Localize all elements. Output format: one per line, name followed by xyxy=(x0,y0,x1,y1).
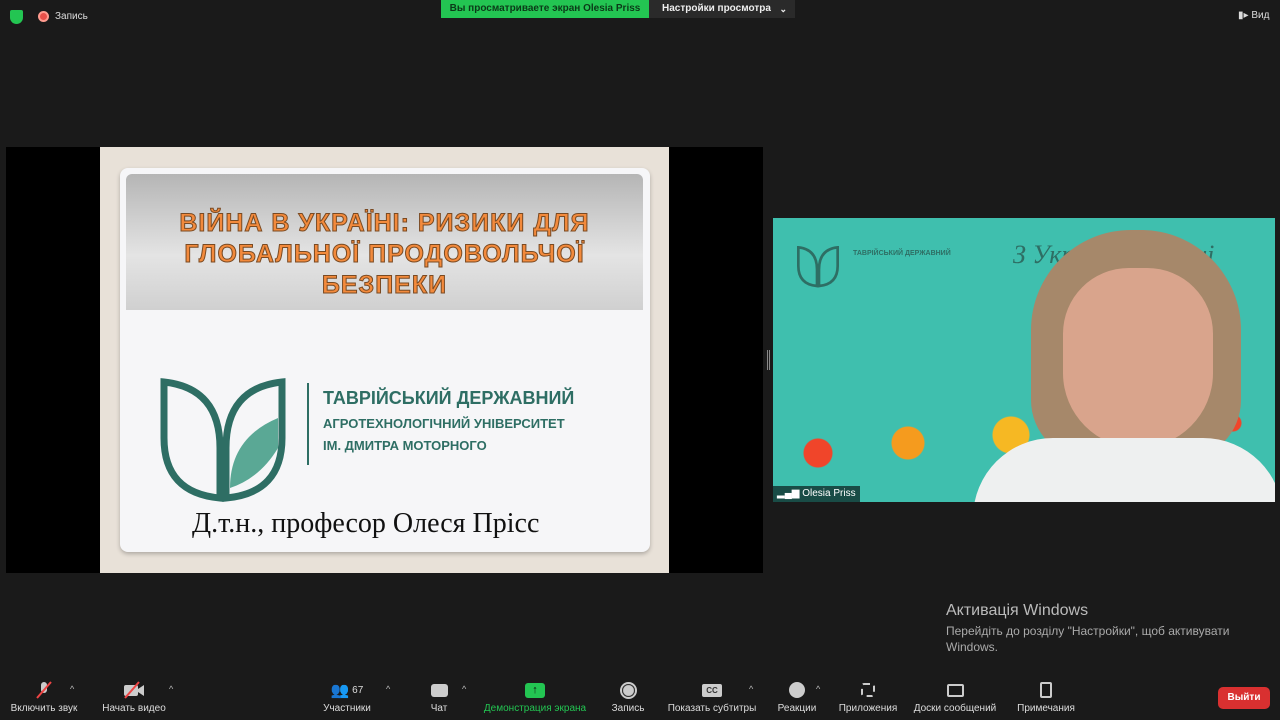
share-screen-label: Демонстрация экрана xyxy=(483,703,587,714)
chat-button[interactable]: Чат xyxy=(422,680,456,714)
audio-options-caret[interactable]: ^ xyxy=(70,684,74,694)
windows-activation-watermark: Активація Windows Перейдіть до розділу "… xyxy=(946,602,1246,655)
university-logo-icon xyxy=(160,378,286,502)
notes-button[interactable]: Примечания xyxy=(1012,680,1080,714)
camera-off-icon xyxy=(98,680,170,700)
reaction-smiley-icon xyxy=(774,680,820,700)
record-label: Запись xyxy=(611,703,645,714)
view-settings-dropdown[interactable]: Настройки просмотра ⌄ xyxy=(649,0,795,18)
screen-share-banner: Вы просматриваете экран Olesia Priss xyxy=(441,0,649,18)
cc-icon: CC xyxy=(702,683,722,697)
chat-icon xyxy=(422,680,456,700)
title-line: БЕЗПЕКИ xyxy=(321,271,448,300)
recording-icon xyxy=(38,11,49,22)
share-screen-button[interactable]: ↑ Демонстрация экрана xyxy=(480,680,590,714)
reactions-button[interactable]: Реакции xyxy=(774,680,820,714)
participants-count: 67 xyxy=(352,684,364,696)
watermark-title: Активація Windows xyxy=(946,602,1089,619)
captions-options-caret[interactable]: ^ xyxy=(749,684,753,694)
chat-options-caret[interactable]: ^ xyxy=(462,684,466,694)
apps-label: Приложения xyxy=(838,703,898,714)
whiteboards-button[interactable]: Доски сообщений xyxy=(908,680,1002,714)
participant-sweater xyxy=(973,438,1275,502)
video-bg-text: ТАВРІЙСЬКИЙ ДЕРЖАВНИЙ xyxy=(853,250,951,257)
title-line: ГЛОБАЛЬНОЇ ПРОДОВОЛЬЧОЇ xyxy=(184,240,585,269)
whiteboard-icon xyxy=(908,680,1002,700)
participants-options-caret[interactable]: ^ xyxy=(386,684,390,694)
logo-divider xyxy=(307,383,309,465)
share-screen-icon: ↑ xyxy=(480,680,590,700)
record-button[interactable]: Запись xyxy=(606,680,650,714)
leave-button[interactable]: Выйти xyxy=(1218,687,1270,709)
view-button[interactable]: ▮▸ Вид xyxy=(1238,10,1269,21)
resize-handle[interactable] xyxy=(767,350,770,370)
video-bg-logo-icon xyxy=(797,246,839,288)
start-video-button[interactable]: Начать видео xyxy=(98,680,170,714)
chevron-down-icon: ⌄ xyxy=(779,4,787,14)
apps-button[interactable]: Приложения xyxy=(836,680,900,714)
participant-face xyxy=(1063,268,1213,448)
participant-name-tag: ▂▄▆ Olesia Priss xyxy=(773,486,860,502)
title-line: ВІЙНА В УКРАЇНІ: РИЗИКИ ДЛЯ xyxy=(179,209,590,238)
participant-name: Olesia Priss xyxy=(802,488,856,499)
recording-label: Запись xyxy=(55,11,88,22)
captions-button[interactable]: CC Показать субтитры xyxy=(664,680,760,714)
view-settings-label: Настройки просмотра xyxy=(662,3,771,14)
watermark-text: Перейдіть до розділу "Настройки", щоб ак… xyxy=(946,624,1230,654)
captions-label: Показать субтитры xyxy=(667,703,757,714)
slide-title: ВІЙНА В УКРАЇНІ: РИЗИКИ ДЛЯ ГЛОБАЛЬНОЇ П… xyxy=(126,208,643,301)
university-name-line3: ІМ. ДМИТРА МОТОРНОГО xyxy=(323,438,487,453)
participants-icon: 👥 xyxy=(330,682,350,699)
university-name-line2: АГРОТЕХНОЛОГІЧНИЙ УНІВЕРСИТЕТ xyxy=(323,416,565,431)
reactions-label: Реакции xyxy=(777,703,817,714)
apps-icon xyxy=(836,680,900,700)
notes-icon xyxy=(1012,680,1080,700)
participants-button[interactable]: 👥 67 Участники xyxy=(318,680,376,714)
video-options-caret[interactable]: ^ xyxy=(169,684,173,694)
reactions-options-caret[interactable]: ^ xyxy=(816,684,820,694)
view-label: Вид xyxy=(1251,10,1270,21)
record-icon xyxy=(606,680,650,700)
whiteboards-label: Доски сообщений xyxy=(913,703,997,714)
chat-label: Чат xyxy=(430,703,448,714)
unmute-label: Включить звук xyxy=(10,703,78,714)
slide-author: Д.т.н., професор Олеся Прісс xyxy=(192,508,540,539)
notes-label: Примечания xyxy=(1017,703,1075,714)
participants-label: Участники xyxy=(323,703,371,714)
security-shield-icon[interactable] xyxy=(10,10,23,24)
participant-video[interactable]: ТАВРІЙСЬКИЙ ДЕРЖАВНИЙ З Україною в душі xyxy=(773,218,1275,502)
start-video-label: Начать видео xyxy=(102,703,166,714)
university-name: ТАВРІЙСЬКИЙ ДЕРЖАВНИЙ xyxy=(323,388,575,408)
